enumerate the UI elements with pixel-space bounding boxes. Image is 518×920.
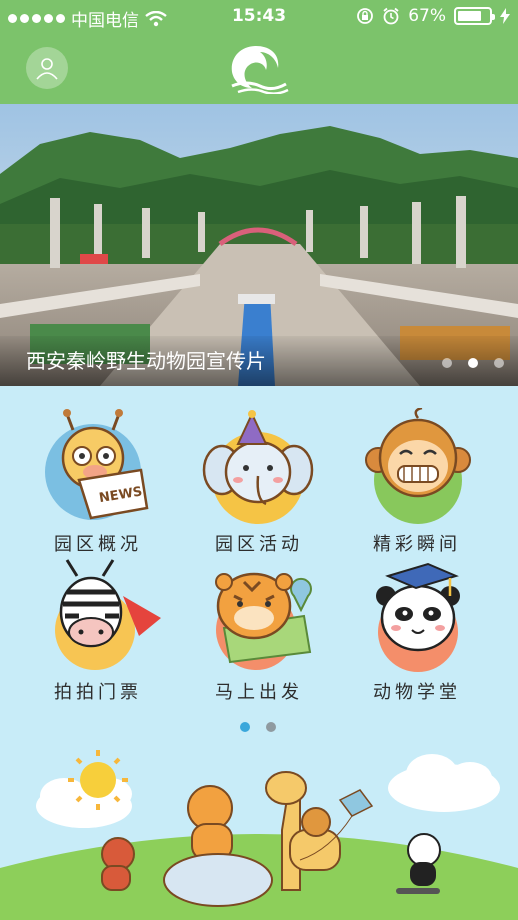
tiger-map-icon — [215, 572, 312, 670]
menu-label: 拍拍门票 — [54, 682, 142, 703]
battery-percent: 67% — [408, 6, 446, 26]
banner-dot[interactable] — [494, 358, 504, 368]
menu-label: 园区活动 — [215, 534, 303, 555]
banner-pagination — [442, 358, 504, 368]
menu-item-tickets[interactable]: 拍拍门票 — [18, 556, 178, 704]
menu-item-activities[interactable]: 园区活动 — [179, 408, 339, 556]
banner-carousel[interactable]: 西安秦岭野生动物园宣传片 — [0, 104, 518, 386]
status-right: 67% — [356, 6, 510, 26]
menu-item-academy[interactable]: 动物学堂 — [337, 556, 497, 704]
orientation-lock-icon — [357, 8, 374, 24]
feature-menu-grid: NEWS 园区概况 园区活动 精彩瞬间 拍拍门票 马上出发 动物学堂 — [0, 400, 518, 710]
menu-pagination — [240, 722, 276, 732]
banner-title: 西安秦岭野生动物园宣传片 — [26, 349, 266, 373]
menu-label: 精彩瞬间 — [373, 534, 461, 555]
raccoon-illustration — [101, 837, 135, 891]
menu-label: 马上出发 — [215, 682, 303, 703]
menu-page-dot-active[interactable] — [240, 722, 250, 732]
menu-page-dot[interactable] — [266, 722, 276, 732]
giraffe-news-icon: NEWS — [45, 409, 149, 520]
profile-button[interactable] — [26, 47, 68, 89]
banner-dot-active[interactable] — [468, 358, 478, 368]
menu-label: 动物学堂 — [373, 682, 461, 703]
menu-label: 园区概况 — [54, 534, 142, 555]
menu-item-overview[interactable]: NEWS 园区概况 — [18, 408, 178, 556]
banner-dot[interactable] — [442, 358, 452, 368]
animal-parade-illustration — [0, 750, 518, 920]
monkey-icon — [365, 408, 471, 524]
header-bar: 中国电信 15:43 67% — [0, 0, 518, 104]
tiger-illustration — [187, 785, 233, 861]
charging-icon — [500, 8, 510, 24]
menu-item-highlights[interactable]: 精彩瞬间 — [337, 408, 497, 556]
battery-icon — [454, 7, 495, 25]
zebra-icon — [55, 559, 161, 670]
elephant-party-icon — [202, 410, 314, 524]
elephant-illustration — [163, 853, 273, 907]
panda-graduate-icon — [376, 562, 460, 672]
monkey-illustration — [301, 807, 331, 837]
user-icon — [36, 58, 58, 80]
alarm-icon — [383, 7, 399, 25]
wave-logo-icon — [231, 46, 289, 94]
menu-item-depart[interactable]: 马上出发 — [179, 556, 339, 704]
status-bar: 中国电信 15:43 67% — [0, 0, 518, 34]
